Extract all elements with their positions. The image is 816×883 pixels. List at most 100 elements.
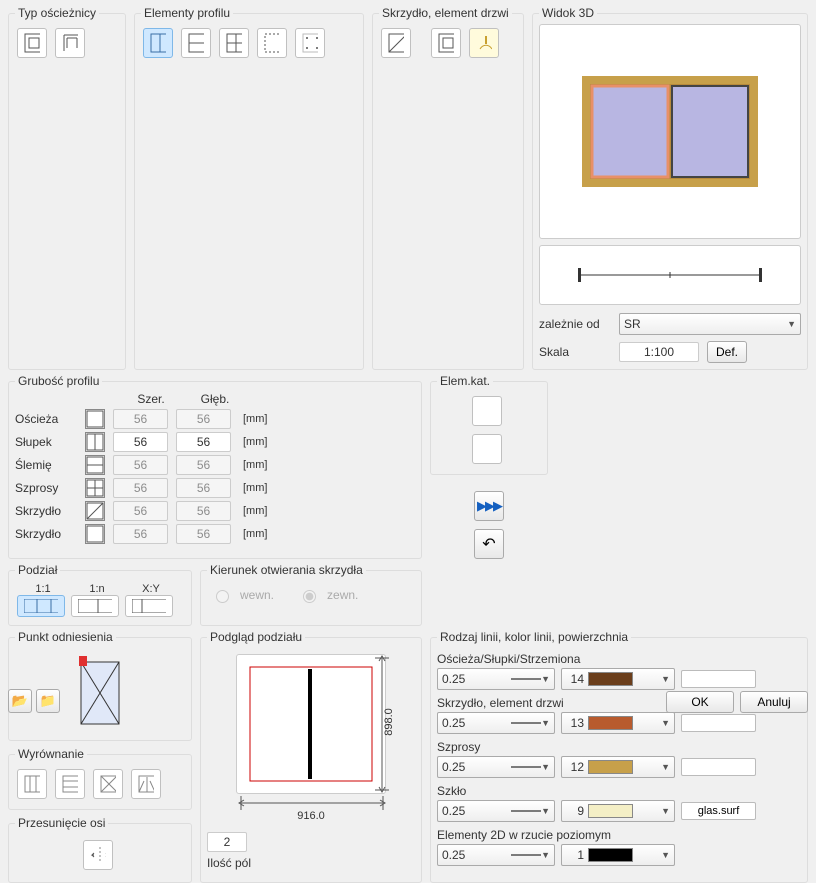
align-opt-1[interactable] — [17, 769, 47, 799]
line-weight-select[interactable]: 0.25 ▼ — [437, 800, 555, 822]
line-color-select[interactable]: 14 ▼ — [561, 668, 675, 690]
profile-opt-rows[interactable] — [181, 28, 211, 58]
line-color-select[interactable]: 1 ▼ — [561, 844, 675, 866]
line-color-idx: 14 — [566, 672, 584, 686]
tool-load-button[interactable]: 📂 — [8, 689, 32, 713]
ilosc-pol-input[interactable] — [207, 832, 247, 852]
podzial-opt-2-label: 1:n — [71, 583, 123, 595]
axis-offset-group: Przesunięcie osi — [8, 816, 192, 883]
line-row-title: Elementy 2D w rzucie poziomym — [437, 828, 801, 842]
profile-opt-grid[interactable] — [219, 28, 249, 58]
chevron-down-icon: ▼ — [541, 806, 550, 816]
thickness-gleb-input — [176, 501, 231, 521]
frame-type-opt-2[interactable] — [55, 28, 85, 58]
view-3d-group: Widok 3D zależnie od SR ▼ Skala Def. — [532, 6, 808, 370]
line-color-select[interactable]: 12 ▼ — [561, 756, 675, 778]
line-weight-preview — [511, 851, 541, 859]
line-color-swatch — [588, 848, 633, 862]
line-weight-select[interactable]: 0.25 ▼ — [437, 756, 555, 778]
frame-type-opt-1[interactable] — [17, 28, 47, 58]
tool-save-button[interactable]: 📁 — [36, 689, 60, 713]
line-color-swatch — [588, 804, 633, 818]
elem-kat-slot-2[interactable] — [472, 434, 502, 464]
align-opt-4[interactable] — [131, 769, 161, 799]
thickness-row-icon — [85, 409, 105, 429]
profile-opt-columns[interactable] — [143, 28, 173, 58]
thickness-row-label: Szprosy — [15, 481, 77, 495]
elem-kat-label: Elem.kat. — [437, 374, 493, 388]
skala-input[interactable] — [619, 342, 699, 362]
surface-button[interactable] — [681, 758, 756, 776]
profile-opt-dots[interactable] — [295, 28, 325, 58]
thickness-gleb-input[interactable] — [176, 432, 231, 452]
line-weight-value: 0.25 — [442, 716, 465, 730]
thickness-szer-input — [113, 409, 168, 429]
col-szer-header: Szer. — [119, 392, 183, 406]
podzial-opt-1-label: 1:1 — [17, 583, 69, 595]
ok-button[interactable]: OK — [666, 691, 734, 713]
sash-door-1[interactable] — [431, 28, 461, 58]
surface-button[interactable] — [681, 714, 756, 732]
play-forward-button[interactable]: ▶▶▶ — [474, 491, 504, 521]
profile-thickness-label: Grubość profilu — [15, 374, 102, 388]
thickness-szer-input — [113, 455, 168, 475]
chevron-down-icon: ▼ — [661, 718, 670, 728]
zaleznie-od-select[interactable]: SR ▼ — [619, 313, 801, 335]
thickness-gleb-input — [176, 524, 231, 544]
radio-wewn[interactable]: wewn. — [211, 587, 274, 603]
line-style-label: Rodzaj linii, kolor linii, powierzchnia — [437, 630, 631, 644]
line-color-idx: 12 — [566, 760, 584, 774]
chevron-down-icon: ▼ — [541, 674, 550, 684]
line-weight-value: 0.25 — [442, 672, 465, 686]
reference-point-icon[interactable] — [79, 656, 121, 726]
skala-def-button[interactable]: Def. — [707, 341, 747, 363]
line-weight-select[interactable]: 0.25 ▼ — [437, 712, 555, 734]
axis-offset-button[interactable] — [83, 840, 113, 870]
thickness-row-label: Ślemię — [15, 458, 77, 472]
zaleznie-od-value: SR — [624, 317, 641, 331]
skala-label: Skala — [539, 345, 611, 359]
podzial-opt-1[interactable] — [17, 595, 65, 617]
line-weight-select[interactable]: 0.25 ▼ — [437, 844, 555, 866]
chevron-down-icon: ▼ — [787, 319, 796, 329]
line-color-swatch — [588, 672, 633, 686]
profile-elements-group: Elementy profilu — [134, 6, 364, 370]
chevron-down-icon: ▼ — [541, 718, 550, 728]
podzial-opt-3-label: X:Y — [125, 583, 177, 595]
alignment-label: Wyrównanie — [15, 747, 87, 761]
thickness-unit: [mm] — [243, 505, 267, 517]
line-color-select[interactable]: 9 ▼ — [561, 800, 675, 822]
align-opt-2[interactable] — [55, 769, 85, 799]
surface-button[interactable] — [681, 670, 756, 688]
undo-icon: ↶ — [482, 534, 495, 554]
thickness-row-icon — [85, 524, 105, 544]
sash-opt-1[interactable] — [381, 28, 411, 58]
thickness-gleb-input — [176, 478, 231, 498]
thickness-unit: [mm] — [243, 459, 267, 471]
folder-in-icon: 📁 — [40, 693, 56, 709]
elem-kat-slot-1[interactable] — [472, 396, 502, 426]
line-color-swatch — [588, 760, 633, 774]
thickness-szer-input — [113, 478, 168, 498]
radio-zewn[interactable]: zewn. — [298, 587, 358, 603]
surface-button[interactable]: glas.surf — [681, 802, 756, 820]
undo-button[interactable]: ↶ — [474, 529, 504, 559]
line-weight-select[interactable]: 0.25 ▼ — [437, 668, 555, 690]
cancel-button[interactable]: Anuluj — [740, 691, 808, 713]
chevron-down-icon: ▼ — [541, 762, 550, 772]
podzial-opt-3[interactable] — [125, 595, 173, 617]
sash-group: Skrzydło, element drzwi — [372, 6, 524, 370]
thickness-row-label: Słupek — [15, 435, 77, 449]
align-opt-3[interactable] — [93, 769, 123, 799]
thickness-unit: [mm] — [243, 436, 267, 448]
podzial-opt-2[interactable] — [71, 595, 119, 617]
sash-door-2[interactable] — [469, 28, 499, 58]
thickness-szer-input[interactable] — [113, 432, 168, 452]
profile-thickness-group: Grubość profilu Szer. Głęb. Ościeża [mm]… — [8, 374, 422, 559]
line-color-select[interactable]: 13 ▼ — [561, 712, 675, 734]
chevron-down-icon: ▼ — [661, 674, 670, 684]
chevron-down-icon: ▼ — [661, 762, 670, 772]
view-3d-window-icon — [580, 74, 760, 189]
col-gleb-header: Głęb. — [183, 392, 247, 406]
profile-opt-dotted[interactable] — [257, 28, 287, 58]
